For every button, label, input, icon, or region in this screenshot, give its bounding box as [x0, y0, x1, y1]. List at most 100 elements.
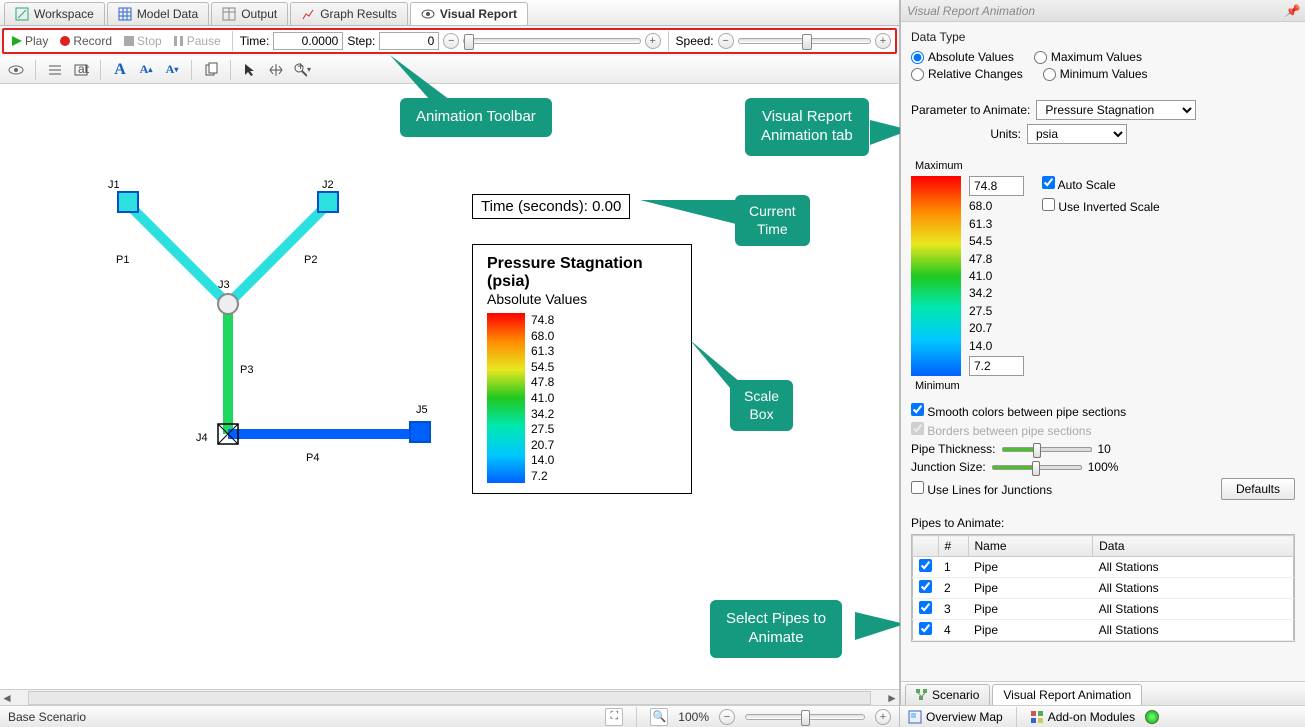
radio-minimum[interactable]: Minimum Values	[1043, 67, 1148, 81]
pause-label: Pause	[187, 34, 221, 48]
zoom-in-button[interactable]: +	[875, 709, 891, 725]
scale-section: Maximum 68.061.3 54.547.8 41.034.2 27.52…	[901, 154, 1305, 398]
pin-icon[interactable]: 📌	[1284, 4, 1299, 18]
panel-title: Visual Report Animation	[907, 4, 1035, 18]
smooth-check[interactable]: Smooth colors between pipe sections	[911, 403, 1295, 419]
scroll-left-icon[interactable]: ◄	[0, 691, 14, 705]
scale-title: Pressure Stagnation (psia)	[487, 255, 677, 291]
junction-size-slider[interactable]	[992, 465, 1082, 470]
btab-vra[interactable]: Visual Report Animation	[992, 684, 1142, 705]
max-input[interactable]	[969, 176, 1024, 196]
auto-scale-check[interactable]: Auto Scale	[1042, 176, 1160, 192]
font-a-icon[interactable]: A	[110, 60, 130, 80]
separator	[636, 707, 637, 727]
pan-icon[interactable]	[266, 60, 286, 80]
addon-modules-button[interactable]: Add-on Modules	[1030, 710, 1135, 724]
time-display-box: Time (seconds): 0.00	[472, 194, 630, 219]
overview-map-button[interactable]: Overview Map	[908, 710, 1003, 724]
tab-graph-results[interactable]: Graph Results	[290, 2, 408, 25]
speed-minus-button[interactable]: −	[718, 33, 734, 49]
options-section: Smooth colors between pipe sections Bord…	[901, 398, 1305, 510]
step-slider[interactable]	[463, 38, 640, 44]
separator	[35, 60, 36, 80]
horizontal-scrollbar[interactable]: ◄ ►	[0, 689, 899, 705]
workspace-icon	[15, 7, 29, 21]
gradient-bar-right	[911, 176, 961, 376]
thickness-value: 10	[1098, 442, 1111, 456]
overview-label: Overview Map	[926, 710, 1003, 724]
scale-subtitle: Absolute Values	[487, 291, 677, 307]
separator	[191, 60, 192, 80]
font-decrease-icon[interactable]: A▾	[162, 60, 182, 80]
step-plus-button[interactable]: +	[645, 33, 661, 49]
zoom-out-button[interactable]: −	[719, 709, 735, 725]
col-data[interactable]: Data	[1093, 536, 1294, 557]
tab-workspace[interactable]: Workspace	[4, 2, 105, 25]
table-row[interactable]: 4PipeAll Stations	[913, 620, 1294, 641]
scroll-right-icon[interactable]: ►	[885, 691, 899, 705]
time-input[interactable]	[273, 32, 343, 50]
stop-button[interactable]: Stop	[120, 32, 166, 50]
tab-output[interactable]: Output	[211, 2, 288, 25]
btab-scenario[interactable]: Scenario	[905, 684, 990, 705]
list-icon[interactable]	[45, 60, 65, 80]
step-input[interactable]	[379, 32, 439, 50]
col-num[interactable]: #	[938, 536, 968, 557]
zoom-icon[interactable]: +▾	[292, 60, 312, 80]
col-name[interactable]: Name	[968, 536, 1093, 557]
pipes-table-wrap[interactable]: #NameData 1PipeAll Stations 2PipeAll Sta…	[911, 534, 1295, 642]
pointer-icon[interactable]	[240, 60, 260, 80]
callout-arrow	[855, 612, 905, 642]
textbox-icon[interactable]: ab	[71, 60, 91, 80]
record-button[interactable]: Record	[56, 32, 116, 50]
junction-label-j2: J2	[322, 179, 334, 191]
status-lamp-icon	[1145, 710, 1159, 724]
borders-check: Borders between pipe sections	[911, 422, 1295, 438]
junction-label-j1: J1	[108, 179, 120, 191]
play-button[interactable]: Play	[8, 32, 52, 50]
units-label: Units:	[911, 127, 1021, 141]
fit-icon[interactable]: ⛶	[605, 708, 623, 726]
defaults-button[interactable]: Defaults	[1221, 478, 1295, 500]
copy-icon[interactable]	[201, 60, 221, 80]
speed-label: Speed:	[676, 34, 714, 48]
tab-label: Output	[241, 7, 277, 21]
radio-relative[interactable]: Relative Changes	[911, 67, 1023, 81]
svg-text:+: +	[297, 62, 304, 73]
zoom-slider[interactable]	[745, 714, 865, 720]
param-select[interactable]: Pressure Stagnation	[1036, 100, 1196, 120]
radio-maximum[interactable]: Maximum Values	[1034, 50, 1142, 64]
svg-text:ab: ab	[78, 62, 89, 76]
param-label: Parameter to Animate:	[911, 103, 1030, 117]
speed-slider[interactable]	[738, 38, 871, 44]
junction-size-label: Junction Size:	[911, 460, 986, 474]
tree-icon	[916, 689, 928, 701]
junction-label-j5: J5	[416, 404, 428, 416]
btab-label: Scenario	[932, 688, 979, 702]
zoom-value: 100%	[678, 710, 709, 724]
eye-settings-icon[interactable]	[6, 60, 26, 80]
speed-plus-button[interactable]: +	[875, 33, 891, 49]
status-bar-right: Overview Map Add-on Modules	[900, 705, 1305, 727]
table-row[interactable]: 2PipeAll Stations	[913, 578, 1294, 599]
pause-button[interactable]: Pause	[170, 32, 225, 50]
units-select[interactable]: psia	[1027, 124, 1127, 144]
min-input[interactable]	[969, 356, 1024, 376]
table-row[interactable]: 3PipeAll Stations	[913, 599, 1294, 620]
table-row[interactable]: 1PipeAll Stations	[913, 557, 1294, 578]
scroll-track[interactable]	[28, 691, 871, 705]
inverted-scale-check[interactable]: Use Inverted Scale	[1042, 198, 1160, 214]
callout-arrow	[690, 340, 740, 400]
font-increase-icon[interactable]: A▴	[136, 60, 156, 80]
thickness-slider[interactable]	[1002, 447, 1092, 452]
zoom-magnifier-icon[interactable]: 🔍	[650, 708, 668, 726]
use-lines-check[interactable]: Use Lines for Junctions	[911, 481, 1052, 497]
step-minus-button[interactable]: −	[443, 33, 459, 49]
param-section: Parameter to Animate: Pressure Stagnatio…	[901, 90, 1305, 154]
callout-arrow	[390, 55, 480, 105]
data-type-section: Data Type Absolute Values Maximum Values…	[901, 22, 1305, 90]
main-tabs: Workspace Model Data Output Graph Result…	[0, 0, 899, 26]
radio-absolute[interactable]: Absolute Values	[911, 50, 1014, 64]
tab-model-data[interactable]: Model Data	[107, 2, 209, 25]
tab-visual-report[interactable]: Visual Report	[410, 2, 528, 25]
